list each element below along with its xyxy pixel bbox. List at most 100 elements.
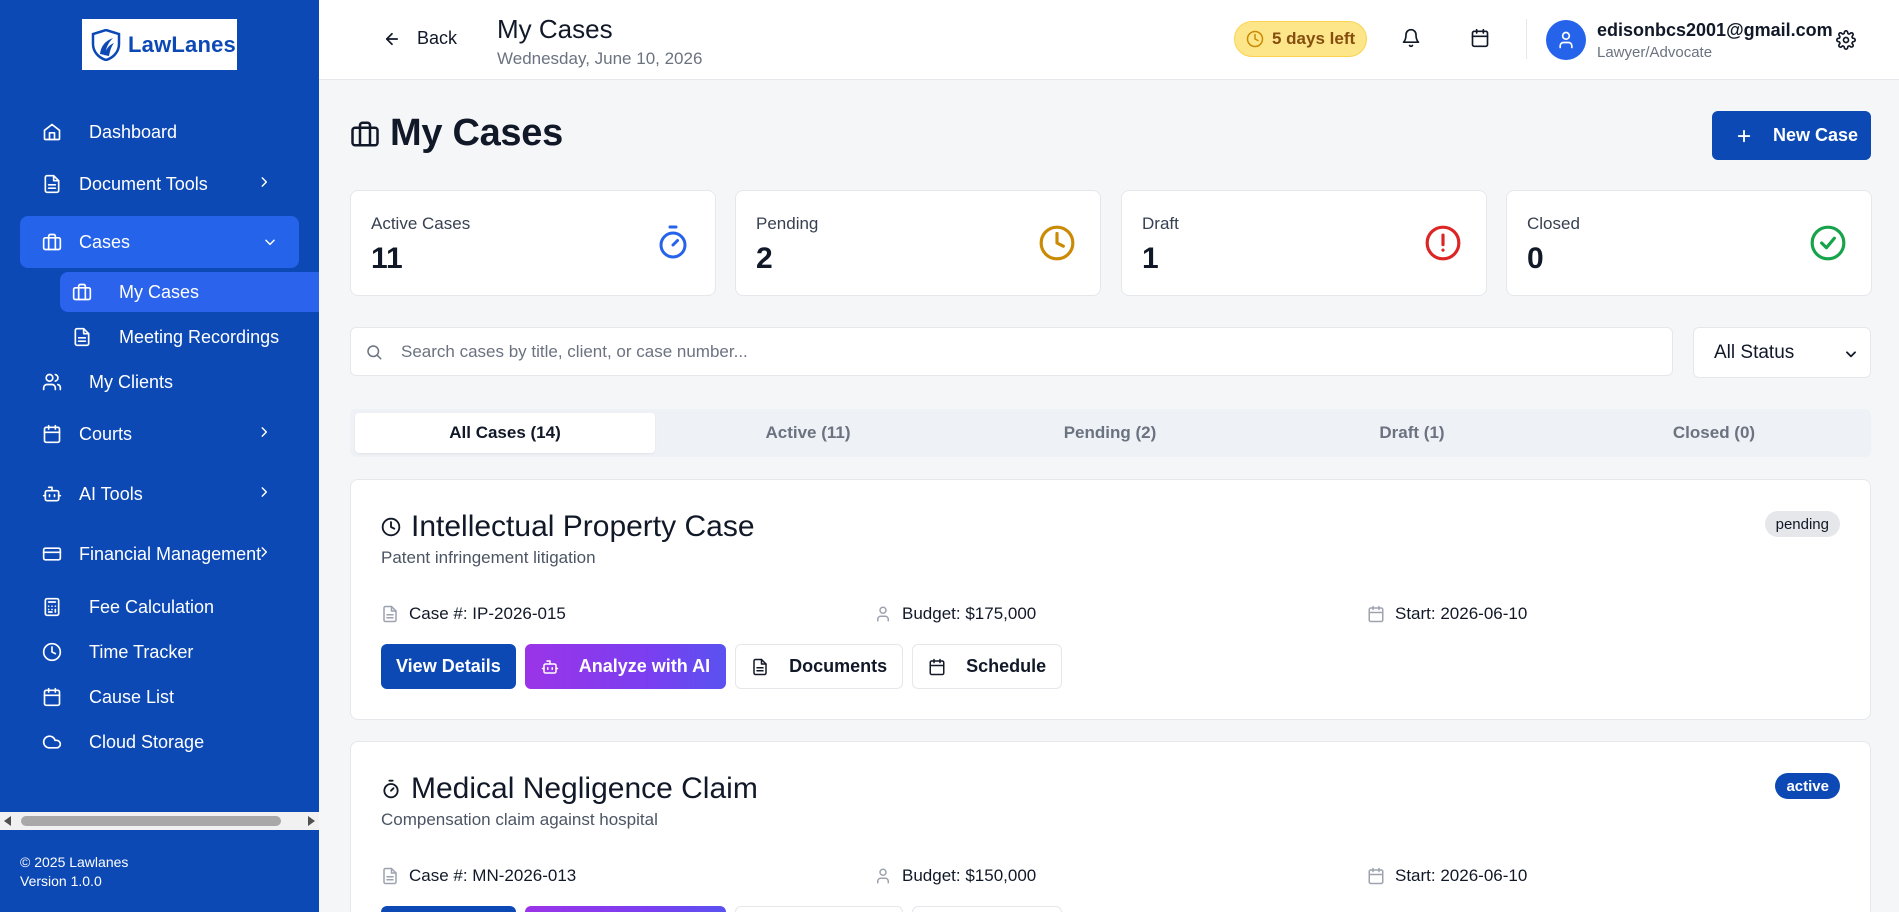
documents-button[interactable]: Documents (735, 906, 904, 912)
divider (1526, 19, 1527, 59)
status-filter-select[interactable]: All Status (1693, 327, 1871, 378)
clock-icon (1038, 224, 1076, 262)
sidebar-item-fee-calculation[interactable]: Fee Calculation (41, 582, 301, 632)
plus-icon (1735, 127, 1753, 145)
view-details-button[interactable]: View Details (381, 644, 516, 689)
analyze-ai-button[interactable]: Analyze with AI (524, 906, 727, 912)
cloud-icon (41, 731, 63, 753)
clock-icon (41, 641, 63, 663)
case-start-text: Start: 2026-06-10 (1395, 604, 1528, 623)
sidebar-item-meeting-recordings[interactable]: Meeting Recordings (71, 312, 311, 362)
sidebar-item-label: Fee Calculation (89, 596, 215, 617)
avatar[interactable] (1546, 20, 1586, 60)
sidebar-item-my-clients[interactable]: My Clients (41, 356, 301, 408)
calendar-icon (928, 658, 946, 676)
sidebar-item-label: Dashboard (89, 121, 178, 142)
case-title[interactable]: Medical Negligence Claim (411, 772, 758, 806)
search-input[interactable] (401, 328, 1651, 375)
stat-card-active: Active Cases 11 (350, 190, 716, 296)
user-email[interactable]: edisonbcs2001@gmail.com (1597, 20, 1833, 41)
search-icon (365, 343, 383, 361)
case-title[interactable]: Intellectual Property Case (411, 510, 755, 544)
tab-draft[interactable]: Draft (1) (1262, 413, 1562, 453)
stat-label: Draft (1142, 214, 1179, 233)
calendar-icon (41, 686, 63, 708)
stat-card-draft: Draft 1 (1121, 190, 1487, 296)
sidebar-horizontal-scrollbar[interactable] (0, 812, 319, 830)
back-label: Back (417, 28, 458, 48)
sidebar-item-dashboard[interactable]: Dashboard (41, 106, 301, 158)
user-icon (874, 605, 892, 623)
chevron-right-icon (257, 485, 271, 499)
gear-icon[interactable] (1836, 30, 1856, 50)
case-budget-text: Budget: $150,000 (902, 866, 1037, 885)
sidebar-item-label: Meeting Recordings (119, 326, 280, 347)
trial-days-badge[interactable]: 5 days left (1234, 21, 1368, 57)
tab-closed[interactable]: Closed (0) (1564, 413, 1864, 453)
view-details-button[interactable]: View Details (381, 906, 516, 912)
stat-value: 11 (371, 242, 403, 275)
main-title: My Cases (390, 112, 563, 154)
chevron-right-icon (257, 175, 271, 189)
calculator-icon (41, 596, 63, 618)
case-number-text: Case #: MN-2026-013 (409, 866, 577, 885)
sidebar-item-courts[interactable]: Courts (41, 408, 301, 460)
brand-name: LawLanes (128, 31, 236, 57)
user-icon (1559, 31, 1573, 49)
scroll-left-arrow-icon[interactable] (4, 816, 11, 826)
sidebar-item-document-tools[interactable]: Document Tools (41, 158, 301, 210)
documents-button[interactable]: Documents (735, 644, 904, 689)
scroll-right-arrow-icon[interactable] (308, 816, 315, 826)
bell-icon[interactable] (1401, 28, 1421, 48)
stat-card-pending: Pending 2 (735, 190, 1101, 296)
sidebar-item-cause-list[interactable]: Cause List (41, 672, 301, 722)
analyze-ai-button[interactable]: Analyze with AI (524, 644, 727, 689)
case-card: Intellectual Property Case Patent infrin… (350, 479, 1871, 720)
calendar-icon (41, 423, 63, 445)
chevron-down-icon (263, 235, 277, 249)
case-budget-text: Budget: $175,000 (902, 604, 1037, 623)
status-badge: pending (1764, 511, 1840, 537)
alert-circle-icon (1424, 224, 1462, 262)
status-badge: active (1775, 773, 1840, 799)
stat-card-closed: Closed 0 (1506, 190, 1872, 296)
sidebar-item-ai-tools[interactable]: AI Tools (41, 468, 301, 520)
check-circle-icon (1809, 224, 1847, 262)
brand-logo[interactable]: LawLanes (82, 19, 237, 70)
sidebar-item-label: Cases (79, 231, 131, 252)
tab-pending[interactable]: Pending (2) (960, 413, 1260, 453)
schedule-button[interactable]: Schedule (912, 644, 1063, 689)
case-card: Medical Negligence Claim Compensation cl… (350, 741, 1871, 912)
page-date: Wednesday, June 10, 2026 (497, 49, 703, 68)
case-start-text: Start: 2026-06-10 (1395, 866, 1528, 885)
scrollbar-thumb[interactable] (21, 816, 281, 826)
sidebar-item-my-cases[interactable]: My Cases (60, 272, 319, 312)
clock-icon (381, 517, 401, 537)
stat-value: 2 (756, 242, 773, 275)
new-case-label: New Case (1773, 125, 1859, 145)
sidebar-item-label: My Clients (89, 371, 174, 392)
new-case-button[interactable]: New Case (1712, 111, 1871, 160)
tab-all-cases[interactable]: All Cases (14) (355, 413, 655, 453)
clock-icon (1246, 30, 1264, 48)
sidebar-item-time-tracker[interactable]: Time Tracker (41, 627, 301, 677)
user-icon (874, 867, 892, 885)
back-button[interactable]: Back (383, 28, 457, 49)
sidebar-item-cloud-storage[interactable]: Cloud Storage (41, 717, 301, 767)
tab-active[interactable]: Active (11) (658, 413, 958, 453)
calendar-icon[interactable] (1470, 28, 1490, 48)
page-title: My Cases (497, 14, 613, 44)
shield-logo-icon (91, 28, 121, 61)
chevron-right-icon (257, 425, 271, 439)
sidebar-item-cases[interactable]: Cases (20, 216, 299, 268)
schedule-button[interactable]: Schedule (912, 906, 1063, 912)
footer-copyright: © 2025 Lawlanes (20, 854, 129, 870)
chevron-down-icon (1844, 347, 1858, 361)
search-box (350, 327, 1673, 376)
sidebar-item-financial-management[interactable]: Financial Management (41, 528, 301, 580)
bot-icon (541, 658, 559, 676)
stat-value: 1 (1142, 242, 1159, 275)
credit-card-icon (41, 543, 63, 565)
stat-value: 0 (1527, 242, 1544, 275)
footer-version: Version 1.0.0 (20, 873, 102, 889)
